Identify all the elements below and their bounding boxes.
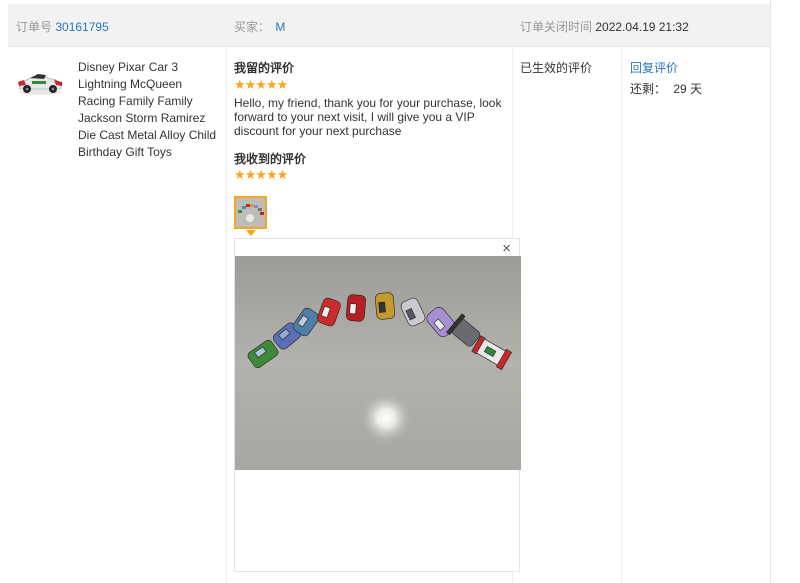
order-number-link[interactable]: 30161795 (55, 20, 108, 34)
product-title-link[interactable]: Disney Pixar Car 3 Lightning McQueen Rac… (78, 59, 218, 161)
my-review-stars: ★★★★★ (234, 77, 288, 92)
reply-review-link[interactable]: 回复评价 (630, 59, 678, 76)
review-photo (235, 256, 521, 470)
buyer-name-link[interactable]: M (275, 20, 285, 34)
close-time-label: 订单关闭时间 (520, 20, 593, 34)
product-thumbnail[interactable] (16, 66, 64, 98)
photo-viewer: × (234, 238, 521, 572)
review-status: 已生效的评价 (520, 61, 593, 75)
close-time-group: 订单关闭时间 2022.04.19 21:32 (520, 18, 689, 35)
thumbnail-photo-icon (236, 198, 265, 227)
close-icon[interactable]: × (502, 241, 511, 256)
my-review-text: Hello, my friend, thank you for your pur… (234, 96, 502, 138)
order-header: 订单号 30161795 买家： M 订单关闭时间 2022.04.19 21:… (8, 4, 770, 47)
review-photo-thumbnail[interactable] (234, 196, 267, 229)
thumbnail-selected-caret (246, 230, 256, 236)
received-review-stars: ★★★★★ (234, 167, 288, 182)
remaining-days: 29 天 (673, 82, 703, 96)
remaining-label: 还剩： (630, 82, 667, 96)
received-review-title: 我收到的评价 (234, 152, 307, 166)
my-review-title: 我留的评价 (234, 61, 295, 75)
buyer-label: 买家： (234, 20, 271, 34)
table-right-border (770, 0, 771, 583)
column-divider (226, 46, 227, 583)
order-number-label: 订单号 (16, 20, 53, 34)
buyer-group: 买家： M (234, 18, 285, 35)
remaining-time: 还剩： 29 天 (630, 80, 702, 97)
column-divider (621, 46, 622, 583)
order-number-group: 订单号 30161795 (16, 18, 109, 35)
close-time-value: 2022.04.19 21:32 (595, 20, 689, 34)
